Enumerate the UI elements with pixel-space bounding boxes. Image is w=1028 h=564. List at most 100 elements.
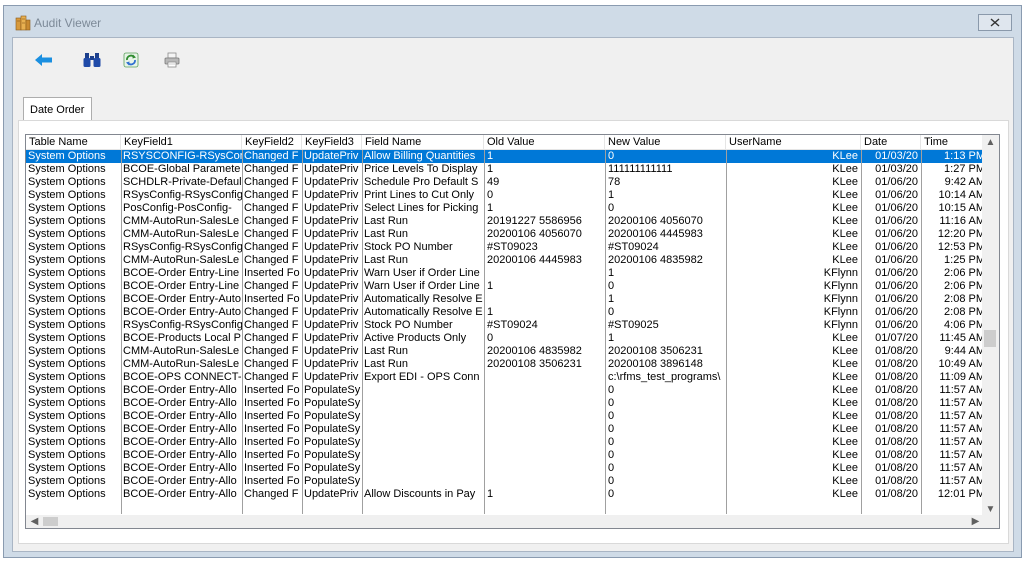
tab-date-order[interactable]: Date Order <box>23 97 92 121</box>
cell-old-value: #ST09023 <box>487 241 538 253</box>
audit-grid[interactable]: Table Name KeyField1 KeyField2 KeyField3… <box>25 134 1000 529</box>
cell-keyfield1: CMM-AutoRun-SalesLe <box>123 228 240 240</box>
scroll-left-icon[interactable]: ◀ <box>26 515 43 528</box>
column-header-date[interactable]: Date <box>861 135 921 149</box>
table-row[interactable]: System Options CMM-AutoRun-SalesLe Changed… <box>26 228 988 241</box>
table-row[interactable]: System Options BCOE-Order Entry-Line Inser… <box>26 267 988 280</box>
scroll-up-icon[interactable]: ▲ <box>982 135 999 149</box>
cell-old-value: 20200108 3506231 <box>487 358 582 370</box>
column-header-keyfield3[interactable]: KeyField3 <box>302 135 362 149</box>
cell-date: 01/08/20 <box>875 397 918 409</box>
column-header-username[interactable]: UserName <box>726 135 861 149</box>
table-row[interactable]: System Options BCOE-Order Entry-Allo Inser… <box>26 475 988 488</box>
table-row[interactable]: System Options BCOE-Products Local P Chang… <box>26 332 988 345</box>
cell-field-name <box>362 449 484 462</box>
table-row[interactable]: System Options BCOE-Order Entry-Allo Inser… <box>26 397 988 410</box>
cell-old-value: 1 <box>487 488 494 500</box>
table-row[interactable]: System Options BCOE-Order Entry-Allo Chang… <box>26 488 988 501</box>
cell-field-name <box>362 410 484 423</box>
cell-keyfield3: PopulateSy <box>304 475 361 487</box>
scroll-down-icon[interactable]: ▼ <box>982 502 999 516</box>
table-row[interactable]: System Options RSysConfig-RSysConfig Chang… <box>26 319 988 332</box>
cell-username: KLee <box>832 163 858 175</box>
cell-time: 1:13 PM <box>944 150 985 162</box>
table-row[interactable]: System Options PosConfig-PosConfig- Change… <box>26 202 988 215</box>
table-row[interactable]: System Options BCOE-Order Entry-Line Chang… <box>26 280 988 293</box>
cell-keyfield2: Changed F <box>244 319 299 331</box>
cell-keyfield1: BCOE-Order Entry-Allo <box>123 488 237 500</box>
table-row[interactable]: System Options SCHDLR-Private-Defaul Chang… <box>26 176 988 189</box>
cell-keyfield3: UpdatePriv <box>304 358 359 370</box>
find-button[interactable] <box>81 49 103 71</box>
table-row[interactable]: System Options CMM-AutoRun-SalesLe Changed… <box>26 345 988 358</box>
cell-old-value <box>484 397 605 410</box>
table-row[interactable]: System Options BCOE-Order Entry-Allo Inser… <box>26 410 988 423</box>
horizontal-scroll-thumb[interactable] <box>43 517 58 526</box>
print-button[interactable] <box>161 49 183 71</box>
table-row[interactable]: System Options RSysConfig-RSysConfig Chang… <box>26 189 988 202</box>
cell-field-name: Export EDI - OPS Conn <box>364 371 480 383</box>
cell-keyfield1: BCOE-Order Entry-Allo <box>123 449 237 461</box>
table-row[interactable]: System Options RSysConfig-RSysConfig Chang… <box>26 241 988 254</box>
cell-keyfield2: Inserted Fo <box>244 449 300 461</box>
cell-date: 01/03/20 <box>875 163 918 175</box>
table-row[interactable]: System Options BCOE-Order Entry-Allo Inser… <box>26 462 988 475</box>
cell-time: 11:09 AM <box>939 371 985 383</box>
column-header-old-value[interactable]: Old Value <box>484 135 605 149</box>
table-row[interactable]: System Options CMM-AutoRun-SalesLe Changed… <box>26 254 988 267</box>
cell-table-name: System Options <box>28 423 106 435</box>
column-header-table-name[interactable]: Table Name <box>26 135 121 149</box>
cell-field-name: Warn User if Order Line <box>364 280 480 292</box>
refresh-button[interactable] <box>120 49 142 71</box>
cell-date: 01/08/20 <box>875 371 918 383</box>
audit-viewer-window: Audit Viewer Date Order Table Name KeyFi… <box>3 5 1022 558</box>
cell-table-name: System Options <box>28 280 106 292</box>
cell-table-name: System Options <box>28 410 106 422</box>
title-bar[interactable]: Audit Viewer <box>4 6 1021 36</box>
table-row[interactable]: System Options BCOE-Order Entry-Allo Inser… <box>26 436 988 449</box>
cell-new-value: 1 <box>608 332 615 344</box>
table-row[interactable]: System Options BCOE-Order Entry-Allo Inser… <box>26 449 988 462</box>
client-area: Date Order Table Name KeyField1 KeyField… <box>12 37 1014 552</box>
table-row[interactable]: System Options BCOE-Order Entry-Allo Inser… <box>26 423 988 436</box>
cell-username: KLee <box>832 189 858 201</box>
cell-date: 01/08/20 <box>875 358 918 370</box>
cell-keyfield2: Changed F <box>244 228 299 240</box>
cell-new-value: 20200108 3506231 <box>608 345 703 357</box>
column-header-time[interactable]: Time <box>921 135 988 149</box>
back-button[interactable] <box>33 49 55 71</box>
column-header-new-value[interactable]: New Value <box>605 135 726 149</box>
cell-time: 10:15 AM <box>938 202 985 214</box>
column-header-keyfield2[interactable]: KeyField2 <box>242 135 302 149</box>
cell-username: KLee <box>832 150 858 162</box>
table-row[interactable]: System Options CMM-AutoRun-SalesLe Changed… <box>26 215 988 228</box>
table-row[interactable]: System Options BCOE-Order Entry-Auto Inser… <box>26 293 988 306</box>
cell-username: KLee <box>832 410 858 422</box>
cell-keyfield2: Changed F <box>244 488 299 500</box>
close-button[interactable] <box>978 14 1012 31</box>
cell-username: KLee <box>832 345 858 357</box>
table-row[interactable]: System Options BCOE-Order Entry-Allo Inser… <box>26 384 988 397</box>
table-row[interactable]: System Options CMM-AutoRun-SalesLe Changed… <box>26 358 988 371</box>
horizontal-scrollbar[interactable]: ◀ ▶ <box>26 515 984 528</box>
cell-keyfield3: UpdatePriv <box>304 254 359 266</box>
table-row[interactable]: System Options BCOE-Global Paramete Change… <box>26 163 988 176</box>
cell-date: 01/03/20 <box>875 150 918 162</box>
cell-old-value: 0 <box>487 189 494 201</box>
column-header-field-name[interactable]: Field Name <box>362 135 484 149</box>
table-row[interactable]: System Options BCOE-Order Entry-Auto Chang… <box>26 306 988 319</box>
vertical-scroll-thumb[interactable] <box>984 330 996 347</box>
cell-field-name: Automatically Resolve E <box>364 306 483 318</box>
cell-time: 9:42 AM <box>944 176 985 188</box>
cell-table-name: System Options <box>28 241 106 253</box>
cell-new-value: 1 <box>608 293 615 305</box>
table-row[interactable]: System Options BCOE-OPS CONNECT-L Changed … <box>26 371 988 384</box>
cell-keyfield1: RSysConfig-RSysConfig <box>123 241 242 253</box>
cell-keyfield3: UpdatePriv <box>304 280 359 292</box>
cell-new-value: 20200106 4835982 <box>608 254 703 266</box>
cell-time: 11:57 AM <box>939 397 985 409</box>
cell-time: 11:57 AM <box>939 410 985 422</box>
column-header-keyfield1[interactable]: KeyField1 <box>121 135 242 149</box>
vertical-scrollbar[interactable]: ▲ ▼ <box>982 135 999 516</box>
table-row[interactable]: System Options RSYSCONFIG-RSysConfi Change… <box>26 150 988 163</box>
